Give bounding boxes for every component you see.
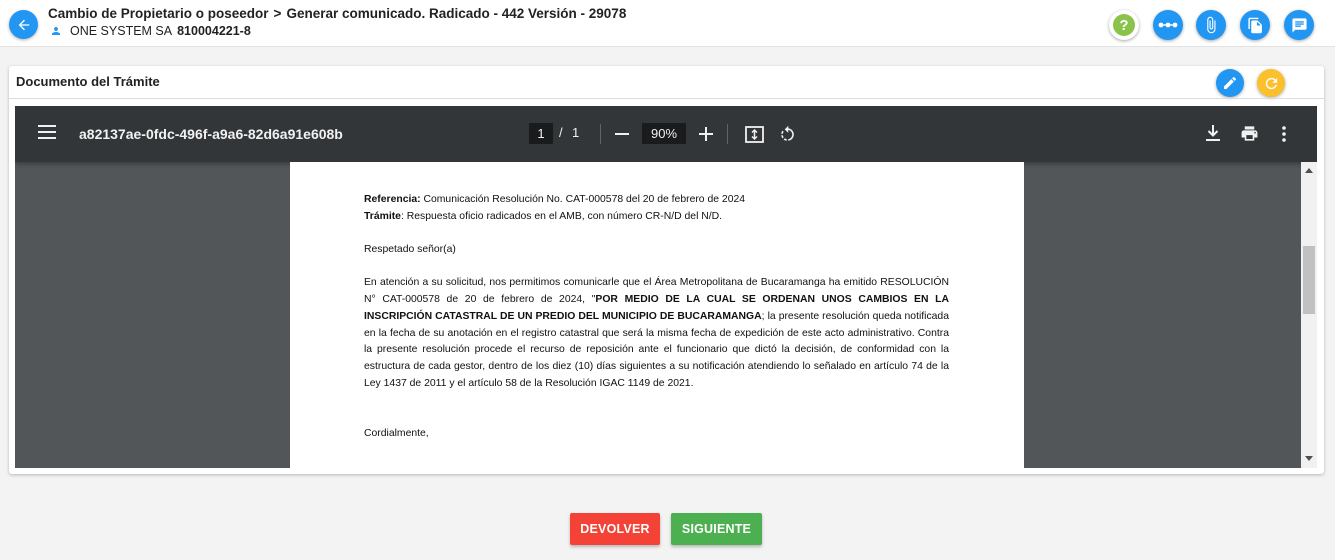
more-vertical-icon bbox=[1282, 126, 1286, 142]
breadcrumb-process: Cambio de Propietario o poseedor bbox=[48, 6, 269, 21]
closing: Cordialmente, bbox=[364, 427, 429, 439]
page-total: 1 bbox=[572, 125, 580, 140]
rotate-button[interactable] bbox=[776, 123, 798, 145]
siguiente-button[interactable]: SIGUIENTE bbox=[671, 513, 762, 545]
documents-button[interactable] bbox=[1240, 10, 1270, 40]
menu-button[interactable] bbox=[38, 124, 56, 140]
pdf-viewer[interactable]: a82137ae-0fdc-496f-a9a6-82d6a91e608b 1 /… bbox=[15, 106, 1317, 468]
attachments-button[interactable] bbox=[1196, 10, 1226, 40]
page-number-input[interactable]: 1 bbox=[529, 123, 553, 144]
download-icon bbox=[1206, 125, 1220, 141]
message-icon bbox=[1291, 17, 1307, 33]
copy-document-icon bbox=[1247, 17, 1262, 33]
toolbar-divider bbox=[600, 124, 601, 144]
zoom-in-button[interactable] bbox=[697, 125, 715, 143]
reference-line: Referencia: Comunicación Resolución No. … bbox=[364, 192, 949, 209]
company-info: ONE SYSTEM SA 810004221-8 bbox=[50, 24, 251, 38]
help-button[interactable]: ? bbox=[1109, 10, 1139, 40]
pdf-file-name: a82137ae-0fdc-496f-a9a6-82d6a91e608b bbox=[79, 126, 343, 142]
document-content: Referencia: Comunicación Resolución No. … bbox=[364, 192, 949, 443]
menu-icon bbox=[38, 125, 56, 139]
download-button[interactable] bbox=[1203, 123, 1223, 143]
more-horizontal-icon bbox=[1158, 22, 1178, 28]
pdf-page: Referencia: Comunicación Resolución No. … bbox=[290, 162, 1024, 468]
devolver-button[interactable]: DEVOLVER bbox=[570, 513, 660, 545]
header: Cambio de Propietario o poseedor > Generar… bbox=[0, 0, 1335, 47]
breadcrumb: Cambio de Propietario o poseedor > Generar… bbox=[48, 6, 626, 21]
breadcrumb-task: Generar comunicado. Radicado - 442 Versi… bbox=[286, 6, 627, 21]
scroll-thumb[interactable] bbox=[1303, 246, 1315, 314]
back-button[interactable] bbox=[9, 10, 38, 39]
document-card: Documento del Trámite a82137ae-0fdc-496f… bbox=[9, 66, 1324, 474]
person-icon bbox=[50, 25, 62, 37]
zoom-input[interactable]: 90% bbox=[642, 123, 686, 144]
breadcrumb-separator: > bbox=[273, 6, 282, 21]
more-options-button[interactable] bbox=[1153, 10, 1183, 40]
pdf-toolbar: a82137ae-0fdc-496f-a9a6-82d6a91e608b 1 /… bbox=[15, 106, 1317, 162]
edit-button[interactable] bbox=[1216, 69, 1244, 97]
scroll-up-icon[interactable] bbox=[1305, 168, 1313, 173]
zoom-in-icon bbox=[699, 127, 713, 141]
pdf-scrollbar[interactable] bbox=[1301, 162, 1317, 468]
body-text-2: ; la presente resolución queda notificad… bbox=[364, 310, 949, 389]
tramite-text: : Respuesta oficio radicados en el AMB, … bbox=[400, 210, 723, 222]
edit-icon bbox=[1224, 76, 1237, 89]
comments-button[interactable] bbox=[1284, 10, 1314, 40]
toolbar-divider bbox=[727, 124, 728, 144]
page-separator: / bbox=[559, 125, 563, 140]
print-icon bbox=[1241, 125, 1257, 141]
card-divider bbox=[9, 98, 1324, 99]
body-paragraph: En atención a su solicitud, nos permitim… bbox=[364, 275, 949, 392]
reference-text: Comunicación Resolución No. CAT-000578 d… bbox=[420, 194, 746, 205]
fit-page-icon bbox=[744, 125, 764, 143]
tramite-label: Trámite bbox=[364, 210, 401, 222]
refresh-button[interactable] bbox=[1257, 69, 1285, 97]
company-name: ONE SYSTEM SA bbox=[70, 24, 173, 38]
zoom-out-button[interactable] bbox=[613, 125, 631, 143]
tramite-line: Trámite: Respuesta oficio radicados en e… bbox=[364, 209, 949, 226]
fit-page-button[interactable] bbox=[744, 124, 764, 144]
help-icon: ? bbox=[1113, 14, 1135, 36]
more-actions-button[interactable] bbox=[1276, 124, 1292, 144]
greeting: Respetado señor(a) bbox=[364, 244, 456, 256]
arrow-left-icon bbox=[18, 19, 29, 30]
rotate-icon bbox=[780, 125, 794, 141]
print-button[interactable] bbox=[1238, 123, 1260, 143]
zoom-out-icon bbox=[615, 133, 629, 135]
reference-label: Referencia: bbox=[364, 194, 421, 205]
company-nit: 810004221-8 bbox=[177, 24, 251, 38]
scroll-down-icon[interactable] bbox=[1305, 456, 1313, 461]
card-title: Documento del Trámite bbox=[16, 74, 160, 89]
attachment-icon bbox=[1207, 16, 1216, 34]
refresh-icon bbox=[1265, 77, 1277, 89]
